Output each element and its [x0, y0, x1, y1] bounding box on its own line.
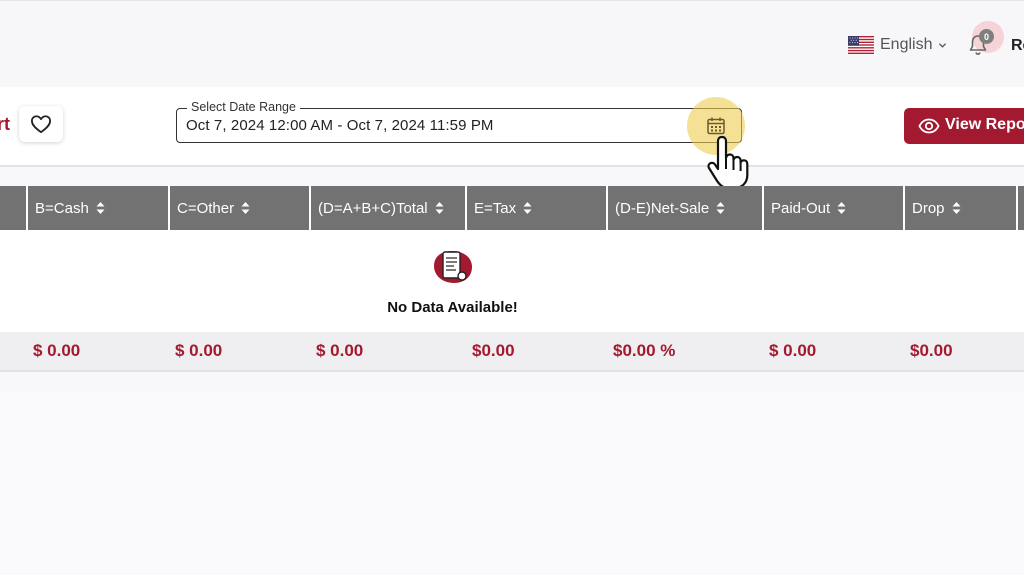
column-header-tax[interactable]: E=Tax — [465, 186, 607, 230]
column-header-other[interactable]: C=Other — [168, 186, 310, 230]
column-header-drop[interactable]: Drop — [903, 186, 1017, 230]
sort-icon — [241, 202, 250, 214]
report-table: B=Cash C=Other (D=A+B+C)Total E=Tax (D-E… — [0, 186, 1024, 372]
report-toolbar: rt Select Date Range Oct 7, 2024 12:00 A… — [0, 87, 1024, 167]
favorite-button[interactable] — [19, 106, 63, 142]
column-header-total[interactable]: (D=A+B+C)Total — [309, 186, 466, 230]
date-range-label: Select Date Range — [187, 100, 300, 114]
heart-icon — [30, 115, 51, 134]
column-header-label: (D=A+B+C)Total — [318, 199, 428, 217]
column-header-paid-out[interactable]: Paid-Out — [762, 186, 904, 230]
table-header-row: B=Cash C=Other (D=A+B+C)Total E=Tax (D-E… — [0, 186, 1024, 230]
column-header-label: E=Tax — [474, 199, 517, 217]
column-header-label: Drop — [912, 199, 945, 217]
view-report-button[interactable]: View Repo — [904, 108, 1024, 144]
total-paid-out: $ 0.00 — [769, 341, 817, 360]
notifications-button[interactable]: 0 — [966, 21, 1004, 59]
column-header-label: B=Cash — [35, 199, 89, 217]
empty-state-message: No Data Available! — [387, 299, 518, 316]
sort-icon — [435, 202, 444, 214]
eye-icon — [918, 118, 940, 134]
page-background — [0, 392, 1024, 575]
column-header-net-sale[interactable]: (D-E)Net-Sale — [606, 186, 763, 230]
sort-icon — [716, 202, 725, 214]
sort-icon — [837, 202, 846, 214]
total-other: $ 0.00 — [175, 341, 223, 360]
sort-icon — [952, 202, 961, 214]
sort-icon — [523, 202, 532, 214]
column-header-next[interactable] — [1016, 186, 1024, 230]
language-selector[interactable]: English — [848, 35, 947, 55]
column-header-label: (D-E)Net-Sale — [615, 199, 710, 217]
page-title: rt — [0, 114, 10, 134]
date-range-value: Oct 7, 2024 12:00 AM - Oct 7, 2024 11:59… — [186, 117, 494, 134]
column-header-label: C=Other — [177, 199, 235, 217]
chevron-down-icon — [939, 42, 947, 48]
total-drop: $0.00 — [910, 341, 953, 360]
hand-cursor-icon — [707, 135, 749, 190]
notification-count-badge: 0 — [979, 29, 994, 44]
total-total: $ 0.00 — [316, 341, 364, 360]
total-cash: $ 0.00 — [33, 341, 81, 360]
no-data-icon — [434, 251, 472, 283]
user-name[interactable]: Re — [1011, 37, 1024, 55]
top-bar: English 0 Re — [0, 0, 1024, 87]
language-label: English — [880, 36, 933, 53]
us-flag-icon — [848, 36, 874, 54]
date-range-field[interactable]: Select Date Range Oct 7, 2024 12:00 AM -… — [176, 97, 745, 155]
total-tax: $0.00 — [472, 341, 515, 360]
sort-icon — [96, 202, 105, 214]
column-header-cash[interactable]: B=Cash — [26, 186, 169, 230]
total-net-sale: $0.00 % — [613, 341, 676, 360]
view-report-label: View Repo — [945, 116, 1024, 133]
totals-row: $ 0.00 $ 0.00 $ 0.00 $0.00 $0.00 % $ 0.0… — [0, 332, 1024, 370]
column-header-label: Paid-Out — [771, 199, 831, 217]
